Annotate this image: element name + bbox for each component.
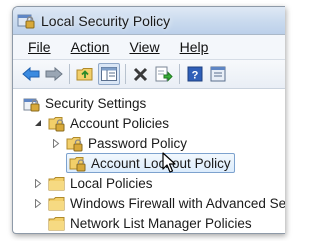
menu-view-label: View [129, 39, 160, 55]
up-folder-icon[interactable] [75, 64, 95, 84]
security-settings-icon [23, 96, 41, 111]
locked-folder-icon [69, 156, 87, 171]
window-title: Local Security Policy [41, 12, 171, 29]
help-icon[interactable]: ? [185, 64, 205, 84]
console-tree: Security Settings Account Policies Passw… [21, 91, 285, 233]
tree-item-label: Network List Manager Policies [70, 215, 252, 231]
mouse-cursor-icon [162, 152, 178, 174]
folder-icon [48, 196, 66, 211]
delete-icon[interactable] [131, 64, 151, 84]
tree-item-label: Account Lockout Policy [91, 155, 231, 171]
tree-item-label: Password Policy [88, 135, 188, 151]
tree-item-password-policy[interactable]: Password Policy [51, 133, 187, 153]
svg-text:?: ? [192, 70, 199, 82]
folder-icon [48, 176, 66, 191]
tree-item-windows-firewall[interactable]: Windows Firewall with Advanced Secu [33, 193, 285, 213]
menu-bar: File Action View Help [13, 35, 285, 60]
tree-item-label: Local Policies [70, 175, 153, 191]
menu-help-label: Help [179, 39, 209, 55]
tree-item-label: Windows Firewall with Advanced Secu [70, 195, 285, 211]
locked-folder-icon [66, 136, 84, 151]
tree-item-account-lockout-policy[interactable]: Account Lockout Policy [66, 153, 235, 173]
expand-triangle-icon[interactable] [51, 138, 61, 148]
toolbar-separator [179, 64, 180, 84]
forward-arrow-icon[interactable] [44, 64, 64, 84]
tree-item-security-settings[interactable]: Security Settings [23, 93, 146, 113]
collapse-triangle-icon[interactable] [33, 118, 43, 128]
toolbar-separator [69, 64, 70, 84]
export-list-icon[interactable] [154, 64, 174, 84]
menu-view[interactable]: View [115, 39, 165, 55]
security-policy-icon [17, 12, 35, 30]
tree-item-label: Security Settings [45, 95, 147, 111]
tree-item-network-list-manager[interactable]: Network List Manager Policies [48, 213, 252, 233]
expand-triangle-icon[interactable] [33, 178, 43, 188]
locked-folder-icon [48, 116, 66, 131]
tree-item-label: Account Policies [70, 115, 170, 131]
title-bar[interactable]: Local Security Policy [13, 7, 285, 35]
tree-item-local-policies[interactable]: Local Policies [33, 173, 153, 193]
selection-highlight[interactable]: Account Lockout Policy [66, 153, 235, 173]
show-hide-tree-icon[interactable] [98, 63, 120, 85]
tree-item-account-policies[interactable]: Account Policies [33, 113, 169, 133]
mmc-window: Local Security Policy File Action View H… [12, 6, 285, 234]
back-arrow-icon[interactable] [21, 64, 41, 84]
expand-triangle-icon[interactable] [33, 198, 43, 208]
toolbar: ? [13, 60, 285, 89]
folder-icon [48, 216, 66, 231]
menu-file[interactable]: File [13, 39, 57, 55]
menu-action-label: Action [70, 39, 110, 55]
properties-icon[interactable] [208, 64, 228, 84]
toolbar-separator [125, 64, 126, 84]
menu-file-label: File [28, 39, 51, 55]
menu-help[interactable]: Help [166, 39, 215, 55]
menu-action[interactable]: Action [57, 39, 116, 55]
